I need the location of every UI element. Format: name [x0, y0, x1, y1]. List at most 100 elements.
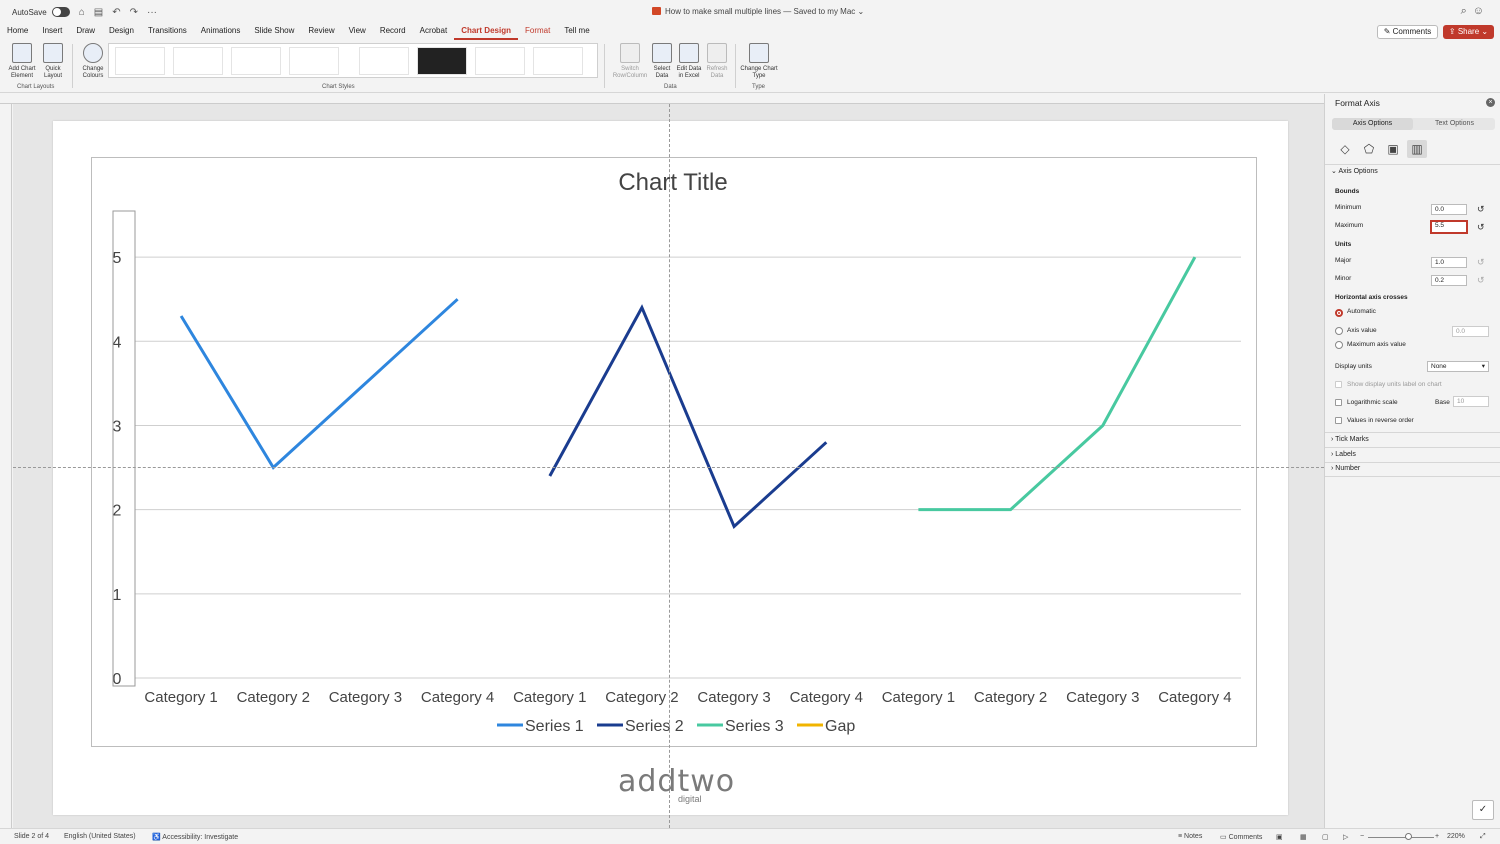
axis-value-radio[interactable]: [1335, 327, 1343, 335]
maximum-label: Maximum: [1335, 222, 1364, 229]
slide-sorter-icon[interactable]: ▦: [1300, 833, 1307, 841]
reset-icon[interactable]: ↺: [1477, 204, 1485, 215]
document-title[interactable]: How to make small multiple lines — Saved…: [652, 7, 864, 16]
share-button[interactable]: ⇪ Share ⌄: [1443, 25, 1494, 39]
notes-button[interactable]: ≡ Notes: [1178, 833, 1202, 840]
base-label: Base: [1435, 399, 1450, 406]
maximum-input[interactable]: 5.5: [1430, 220, 1468, 234]
chart-style-2[interactable]: [173, 47, 223, 75]
y-tick-label: 5: [113, 250, 122, 267]
axis-value-input[interactable]: 0.0: [1452, 326, 1489, 337]
reset-icon[interactable]: ↺: [1477, 257, 1485, 268]
accessibility-status[interactable]: ♿ Accessibility: Investigate: [152, 833, 238, 841]
major-label: Major: [1335, 257, 1352, 264]
ribbon: Add Chart Element Quick Layout Change Co…: [0, 40, 1500, 93]
tab-slide-show[interactable]: Slide Show: [247, 24, 301, 40]
tab-animations[interactable]: Animations: [194, 24, 248, 40]
autosave-toggle[interactable]: [51, 7, 70, 17]
tab-format[interactable]: Format: [518, 24, 557, 40]
checkmark-icon[interactable]: ✓: [1472, 800, 1494, 820]
minor-input[interactable]: 0.2: [1431, 275, 1467, 286]
horizontal-ruler[interactable]: [0, 94, 1324, 104]
tab-design[interactable]: Design: [102, 24, 141, 40]
vertical-ruler[interactable]: [0, 104, 12, 828]
show-units-checkbox[interactable]: [1335, 381, 1342, 388]
add-chart-element-button[interactable]: Add Chart Element: [6, 43, 38, 80]
tab-chart-design[interactable]: Chart Design: [454, 24, 518, 40]
reading-view-icon[interactable]: ▢: [1322, 833, 1329, 841]
fill-line-icon[interactable]: ◇: [1335, 140, 1355, 158]
effects-icon[interactable]: ⬠: [1359, 140, 1379, 158]
search-icon[interactable]: ⌕: [1461, 5, 1473, 17]
switch-row-column-button[interactable]: Switch Row/Column: [610, 43, 650, 80]
change-colours-button[interactable]: Change Colours: [78, 43, 108, 80]
x-tick-label: Category 4: [421, 689, 494, 706]
chart-style-5[interactable]: [359, 47, 409, 75]
comments-button[interactable]: ✎ Comments: [1377, 25, 1438, 39]
major-input[interactable]: 1.0: [1431, 257, 1467, 268]
axis-options-section[interactable]: ⌄ Axis Options: [1331, 167, 1378, 175]
zoom-out-icon[interactable]: −: [1360, 833, 1364, 840]
tick-marks-section[interactable]: › Tick Marks: [1331, 436, 1369, 443]
close-icon[interactable]: ×: [1486, 98, 1495, 107]
fit-slide-icon[interactable]: ⤢: [1480, 833, 1486, 841]
chart-style-1[interactable]: [115, 47, 165, 75]
labels-section[interactable]: › Labels: [1331, 451, 1356, 458]
axis-options-icon[interactable]: ▥: [1407, 140, 1427, 158]
zoom-level[interactable]: 220%: [1447, 833, 1465, 840]
number-section[interactable]: › Number: [1331, 465, 1360, 472]
value-axis-selection: [112, 210, 136, 687]
tab-review[interactable]: Review: [301, 24, 341, 40]
base-input[interactable]: 10: [1453, 396, 1489, 407]
undo-icon[interactable]: ↶: [112, 7, 120, 18]
save-icon[interactable]: ▤: [94, 7, 103, 18]
tab-insert[interactable]: Insert: [35, 24, 69, 40]
zoom-in-icon[interactable]: +: [1435, 833, 1439, 840]
minimum-input[interactable]: 0.0: [1431, 204, 1467, 215]
automatic-radio[interactable]: [1335, 309, 1343, 317]
log-scale-checkbox[interactable]: [1335, 399, 1342, 406]
tab-acrobat[interactable]: Acrobat: [413, 24, 455, 40]
account-icon[interactable]: ☺: [1473, 5, 1490, 17]
select-data-button[interactable]: Select Data: [651, 43, 673, 80]
chart-styles-gallery[interactable]: [108, 43, 598, 78]
home-icon[interactable]: ⌂: [79, 7, 85, 18]
zoom-slider-knob[interactable]: [1405, 833, 1412, 840]
display-units-select[interactable]: None ▾: [1427, 361, 1489, 372]
status-bar: Slide 2 of 4 English (United States) ♿ A…: [0, 828, 1500, 844]
reset-icon[interactable]: ↺: [1477, 275, 1485, 286]
change-chart-type-button[interactable]: Change Chart Type: [740, 43, 778, 80]
chart-style-8[interactable]: [533, 47, 583, 75]
vertical-guide: [669, 104, 670, 828]
tab-text-options[interactable]: Text Options: [1414, 118, 1495, 130]
chart-style-7[interactable]: [475, 47, 525, 75]
excel-icon: [679, 43, 699, 63]
tab-view[interactable]: View: [342, 24, 373, 40]
chart-style-4[interactable]: [289, 47, 339, 75]
zoom-slider-track[interactable]: [1368, 837, 1434, 838]
powerpoint-icon: [652, 7, 661, 15]
quick-layout-button[interactable]: Quick Layout: [40, 43, 66, 80]
tab-record[interactable]: Record: [373, 24, 413, 40]
reset-icon[interactable]: ↺: [1477, 222, 1485, 233]
language-status[interactable]: English (United States): [64, 833, 136, 840]
tab-draw[interactable]: Draw: [69, 24, 102, 40]
status-comments-button[interactable]: ▭ Comments: [1220, 833, 1262, 841]
tab-tell-me[interactable]: Tell me: [557, 24, 596, 40]
max-axis-value-radio[interactable]: [1335, 341, 1343, 349]
reverse-order-checkbox[interactable]: [1335, 417, 1342, 424]
redo-icon[interactable]: ↷: [130, 7, 138, 18]
chart-style-6[interactable]: [417, 47, 467, 75]
tab-axis-options[interactable]: Axis Options: [1332, 118, 1413, 130]
slideshow-icon[interactable]: ▷: [1343, 833, 1348, 841]
normal-view-icon[interactable]: ▣: [1276, 833, 1283, 841]
edit-data-excel-button[interactable]: Edit Data in Excel: [674, 43, 704, 80]
refresh-data-button[interactable]: Refresh Data: [705, 43, 729, 80]
chart-style-3[interactable]: [231, 47, 281, 75]
tab-home[interactable]: Home: [0, 24, 35, 40]
more-icon[interactable]: ···: [147, 7, 157, 18]
size-properties-icon[interactable]: ▣: [1383, 140, 1403, 158]
x-tick-label: Category 4: [790, 689, 863, 706]
legend-label: Series 1: [525, 718, 584, 735]
tab-transitions[interactable]: Transitions: [141, 24, 194, 40]
